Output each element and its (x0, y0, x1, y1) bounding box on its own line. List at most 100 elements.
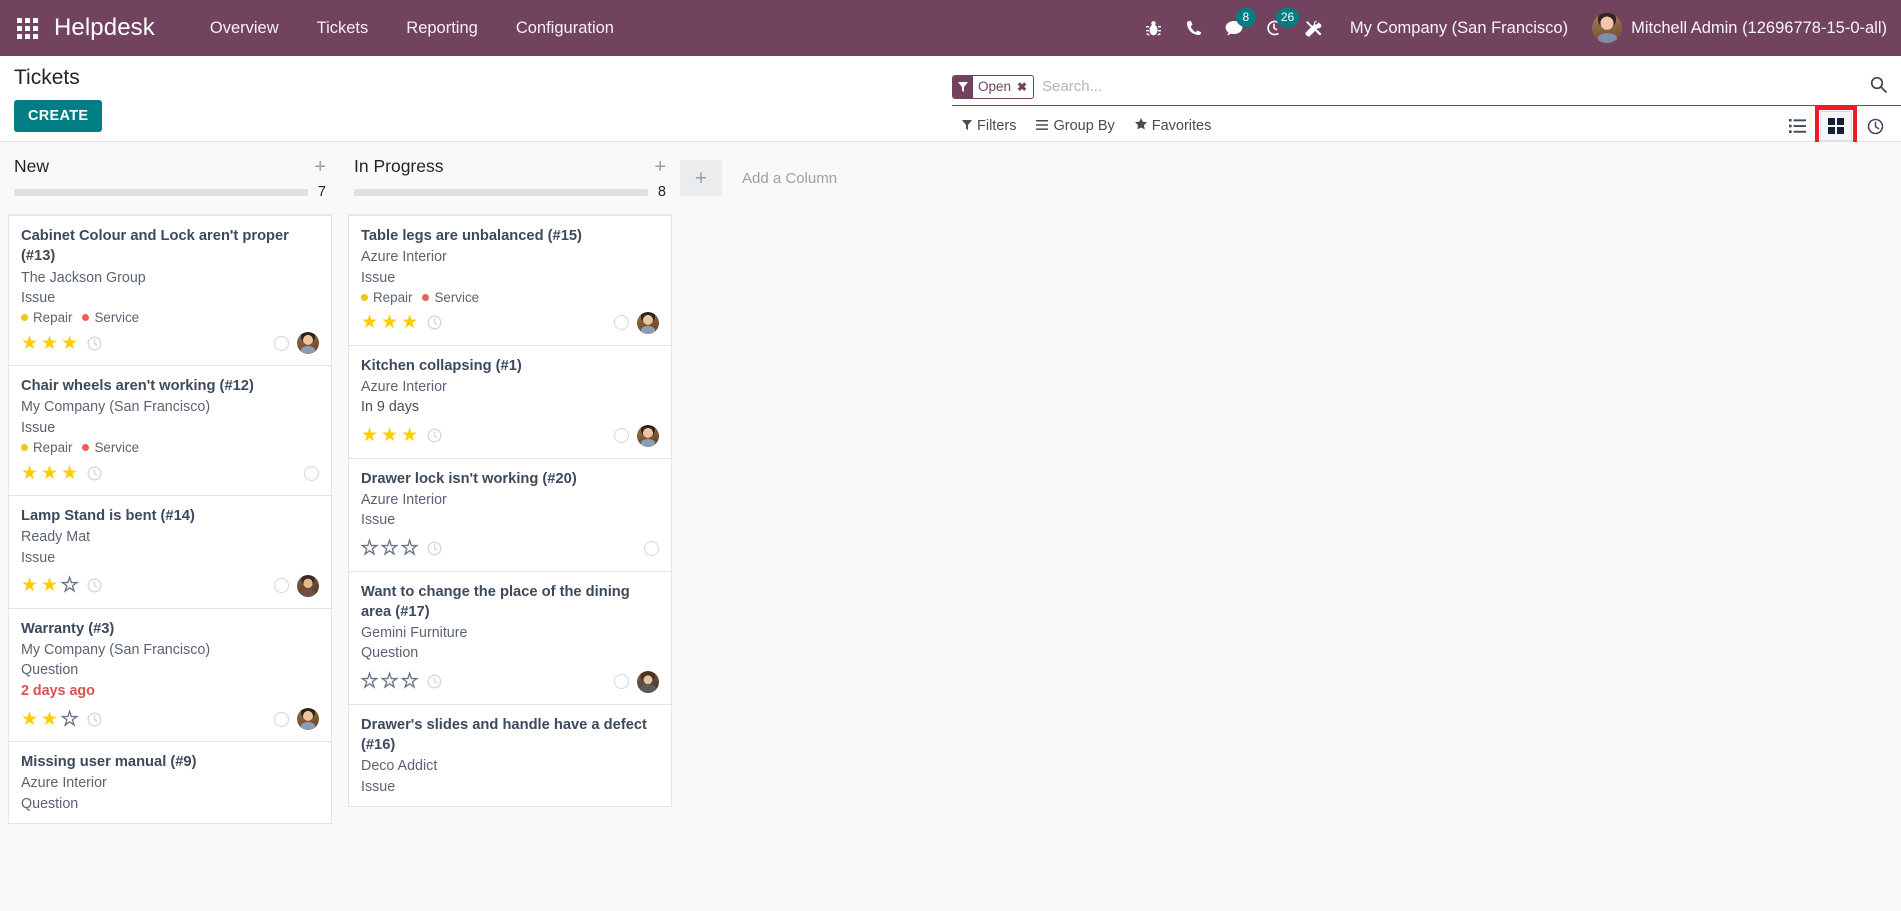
bug-icon[interactable] (1134, 0, 1174, 56)
star-icon[interactable]: ★ (401, 313, 418, 332)
kanban-card[interactable]: Drawer lock isn't working (#20) Azure In… (348, 458, 672, 572)
card-title: Want to change the place of the dining a… (361, 583, 630, 620)
phone-icon[interactable] (1174, 0, 1214, 56)
star-icon[interactable]: ★ (21, 464, 38, 483)
priority-stars[interactable]: ★ ★ ★ (361, 313, 418, 332)
star-icon[interactable]: ★ (380, 672, 398, 692)
kanban-card[interactable]: Warranty (#3) My Company (San Francisco)… (8, 608, 332, 743)
kanban-color-ring[interactable] (274, 711, 289, 727)
kanban-color-ring[interactable] (274, 335, 289, 351)
star-icon[interactable]: ★ (361, 313, 378, 332)
activity-clock-icon[interactable] (87, 578, 102, 593)
activity-clock-icon[interactable] (87, 712, 102, 727)
star-icon[interactable]: ★ (401, 426, 418, 445)
activity-view-button[interactable] (1859, 111, 1891, 141)
priority-stars[interactable]: ★ ★ ★ (360, 672, 418, 692)
menu-item-configuration[interactable]: Configuration (497, 0, 633, 56)
activities-clock-icon[interactable]: 26 (1254, 0, 1300, 56)
priority-stars[interactable]: ★ ★ ★ (361, 426, 418, 445)
kanban-card[interactable]: Drawer's slides and handle have a defect… (348, 704, 672, 807)
star-icon[interactable]: ★ (21, 334, 38, 353)
kanban-card[interactable]: Missing user manual (#9) Azure Interior … (8, 742, 332, 824)
star-icon[interactable]: ★ (61, 334, 78, 353)
kanban-card[interactable]: Table legs are unbalanced (#15) Azure In… (348, 215, 672, 346)
star-icon[interactable]: ★ (381, 426, 398, 445)
star-icon[interactable]: ★ (41, 334, 58, 353)
star-icon[interactable]: ★ (360, 672, 378, 692)
star-icon[interactable]: ★ (60, 709, 78, 729)
assignee-avatar[interactable] (297, 574, 319, 597)
assignee-avatar[interactable] (637, 670, 659, 693)
card-tags: Repair Service (21, 310, 319, 325)
kanban-column-count: 8 (657, 184, 666, 200)
user-menu[interactable]: Mitchell Admin (12696778-15-0-all) (1584, 13, 1887, 43)
company-selector[interactable]: My Company (San Francisco) (1334, 19, 1584, 38)
activity-clock-icon[interactable] (427, 541, 442, 556)
progress-bar[interactable] (14, 188, 308, 196)
filters-dropdown[interactable]: Filters (952, 114, 1026, 138)
star-icon[interactable]: ★ (41, 464, 58, 483)
kanban-color-ring[interactable] (614, 315, 629, 331)
kanban-color-ring[interactable] (274, 578, 289, 594)
favorites-dropdown[interactable]: Favorites (1125, 114, 1222, 138)
star-icon[interactable]: ★ (380, 538, 398, 558)
kanban-card-list: Table legs are unbalanced (#15) Azure In… (348, 214, 672, 807)
kanban-color-ring[interactable] (304, 465, 319, 481)
priority-stars[interactable]: ★ ★ ★ (21, 576, 79, 596)
star-icon[interactable]: ★ (60, 576, 78, 596)
kanban-color-ring[interactable] (644, 541, 659, 557)
priority-stars[interactable]: ★ ★ ★ (21, 464, 78, 483)
search-input[interactable] (1042, 73, 1862, 100)
list-view-button[interactable] (1781, 111, 1813, 141)
kanban-card[interactable]: Lamp Stand is bent (#14) Ready Mat Issue… (8, 496, 332, 609)
messages-icon[interactable]: 8 (1214, 0, 1256, 56)
assignee-avatar[interactable] (297, 332, 319, 355)
kanban-card[interactable]: Kitchen collapsing (#1) Azure Interior I… (348, 345, 672, 459)
priority-stars[interactable]: ★ ★ ★ (360, 538, 418, 558)
star-icon[interactable]: ★ (400, 538, 418, 558)
star-icon[interactable]: ★ (21, 576, 38, 595)
priority-stars[interactable]: ★ ★ ★ (21, 709, 79, 729)
close-icon[interactable]: ✖ (1016, 76, 1033, 98)
star-icon[interactable]: ★ (41, 710, 58, 729)
menu-item-overview[interactable]: Overview (191, 0, 298, 56)
add-column-label[interactable]: Add a Column (722, 170, 837, 187)
star-icon[interactable]: ★ (61, 464, 78, 483)
menu-item-reporting[interactable]: Reporting (387, 0, 497, 56)
tools-icon[interactable] (1294, 0, 1334, 56)
search-facet-open[interactable]: Open ✖ (952, 74, 1035, 99)
kanban-card[interactable]: Want to change the place of the dining a… (348, 571, 672, 705)
star-icon[interactable]: ★ (41, 576, 58, 595)
star-icon[interactable]: ★ (381, 313, 398, 332)
add-card-plus-icon[interactable]: + (654, 157, 666, 177)
kanban-card[interactable]: Chair wheels aren't working (#12) My Com… (8, 366, 332, 497)
activity-clock-icon[interactable] (87, 466, 102, 481)
activity-clock-icon[interactable] (427, 674, 442, 689)
activity-clock-icon[interactable] (87, 336, 102, 351)
menu-item-tickets[interactable]: Tickets (298, 0, 388, 56)
kanban-view-button[interactable] (1820, 111, 1852, 141)
kanban-card[interactable]: Cabinet Colour and Lock aren't proper (#… (8, 215, 332, 367)
create-button[interactable]: CREATE (14, 100, 103, 132)
priority-stars[interactable]: ★ ★ ★ (21, 334, 78, 353)
star-icon[interactable]: ★ (360, 538, 378, 558)
kanban-color-ring[interactable] (614, 428, 629, 444)
star-icon[interactable]: ★ (361, 426, 378, 445)
card-partner: My Company (San Francisco) (21, 642, 211, 659)
kanban-color-ring[interactable] (614, 674, 629, 690)
add-card-plus-icon[interactable]: + (314, 157, 326, 177)
add-column-plus-icon[interactable]: + (680, 160, 722, 196)
progress-bar[interactable] (354, 188, 648, 196)
star-icon[interactable]: ★ (400, 672, 418, 692)
assignee-avatar[interactable] (637, 424, 659, 447)
search-icon[interactable] (1862, 76, 1887, 98)
apps-grid-icon[interactable] (0, 0, 54, 56)
assignee-avatar[interactable] (637, 311, 659, 334)
activity-clock-icon[interactable] (427, 315, 442, 330)
activity-clock-icon[interactable] (427, 428, 442, 443)
app-brand[interactable]: Helpdesk (54, 14, 155, 42)
navbar-right: 8 26 My Company (San Francisco) Mitchell… (1134, 0, 1901, 56)
assignee-avatar[interactable] (297, 708, 319, 731)
star-icon[interactable]: ★ (21, 710, 38, 729)
groupby-dropdown[interactable]: Group By (1026, 114, 1124, 138)
